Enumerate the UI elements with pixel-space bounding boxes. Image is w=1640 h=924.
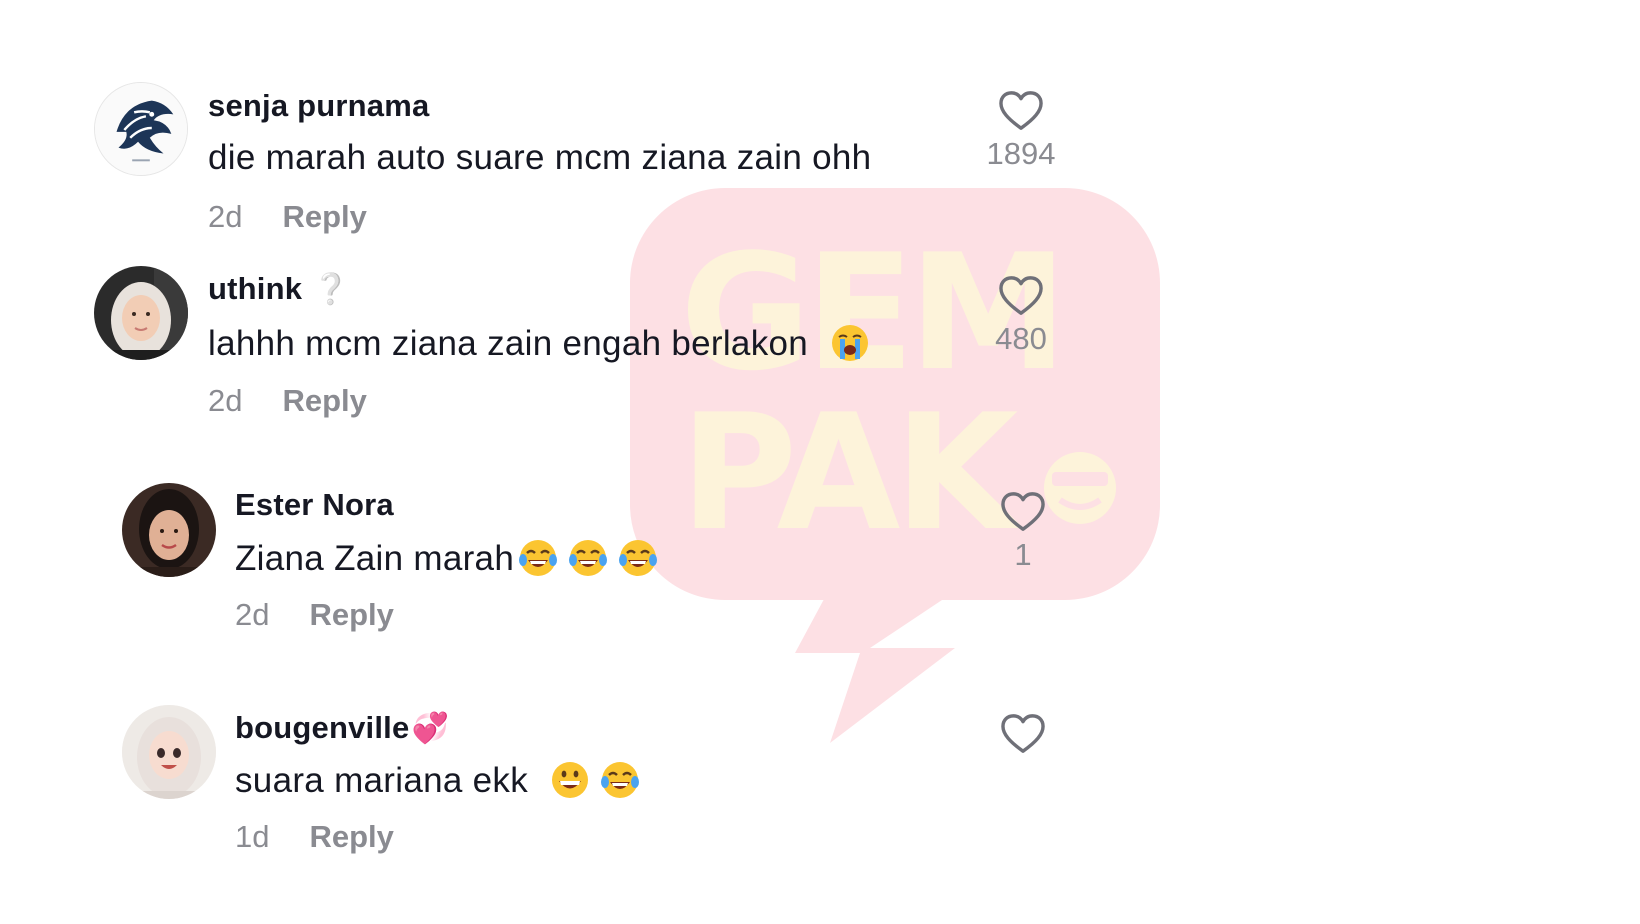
comment-username[interactable]: uthink ❔ xyxy=(208,271,350,307)
comment-text: lahhh mcm ziana zain engah berlakon xyxy=(208,323,870,364)
tears-of-joy-icon xyxy=(618,538,658,578)
like-control xyxy=(978,713,1068,755)
like-count: 480 xyxy=(995,321,1047,356)
like-control: 1 xyxy=(978,491,1068,573)
like-count: 1 xyxy=(1014,537,1032,572)
grinning-face-icon xyxy=(550,760,590,800)
reply-button[interactable]: Reply xyxy=(309,819,393,854)
heart-icon[interactable] xyxy=(1000,491,1046,533)
hearts-badge-icon: 💞 xyxy=(411,712,450,745)
comment-time: 1d xyxy=(235,819,270,854)
reply-button[interactable]: Reply xyxy=(282,383,366,418)
comment-meta: 2d Reply xyxy=(208,199,367,235)
comment-time: 2d xyxy=(208,383,243,418)
woman-photo-icon xyxy=(122,483,216,577)
comment-username[interactable]: Ester Nora xyxy=(235,487,394,523)
avatar[interactable] xyxy=(122,483,216,577)
comments-screen: GEM PAK senja purnama die marah auto sua… xyxy=(0,0,1640,924)
reply-button[interactable]: Reply xyxy=(282,199,366,234)
tears-of-joy-icon xyxy=(568,538,608,578)
tiger-logo-icon xyxy=(95,83,187,175)
like-control: 480 xyxy=(976,275,1066,357)
reply-button[interactable]: Reply xyxy=(309,597,393,632)
like-count: 1894 xyxy=(986,136,1056,171)
comment-text: suara mariana ekk xyxy=(235,760,640,801)
loudly-crying-face-icon xyxy=(830,323,870,363)
question-badge-icon: ❔ xyxy=(312,273,350,306)
avatar[interactable] xyxy=(94,82,188,176)
comment-text: die marah auto suare mcm ziana zain ohh xyxy=(208,138,872,177)
svg-text:PAK: PAK xyxy=(680,379,1023,566)
tears-of-joy-icon xyxy=(600,760,640,800)
gempak-watermark: GEM PAK xyxy=(630,188,1160,748)
comment-time: 2d xyxy=(235,597,270,632)
comment-meta: 2d Reply xyxy=(208,383,367,419)
avatar[interactable] xyxy=(122,705,216,799)
heart-icon[interactable] xyxy=(998,90,1044,132)
comment-meta: 2d Reply xyxy=(235,597,394,633)
tears-of-joy-icon xyxy=(518,538,558,578)
comment-username[interactable]: senja purnama xyxy=(208,88,429,124)
comment-text: Ziana Zain marah xyxy=(235,538,658,579)
comment-username[interactable]: bougenville💞 xyxy=(235,710,449,746)
woman-hijab-photo-icon xyxy=(94,266,188,360)
comment-time: 2d xyxy=(208,199,243,234)
like-control: 1894 xyxy=(976,90,1066,172)
comment-meta: 1d Reply xyxy=(235,819,394,855)
cartoon-hijab-avatar-icon xyxy=(122,705,216,799)
avatar[interactable] xyxy=(94,266,188,360)
heart-icon[interactable] xyxy=(1000,713,1046,755)
heart-icon[interactable] xyxy=(998,275,1044,317)
